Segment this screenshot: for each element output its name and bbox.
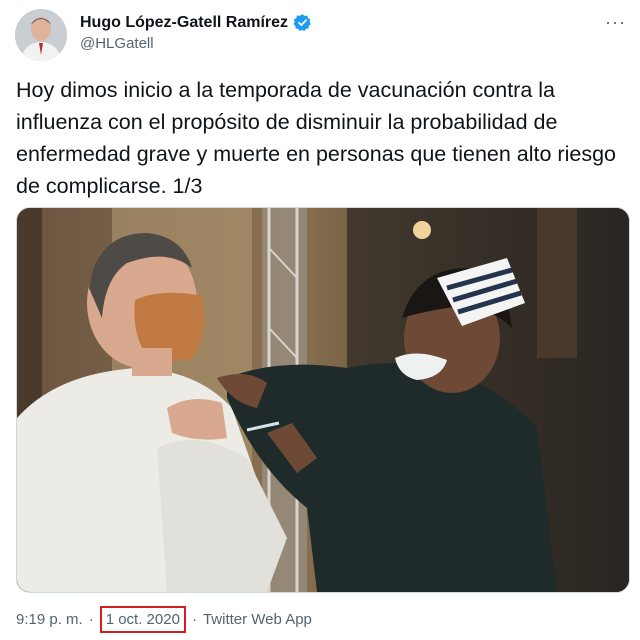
tweet-photo[interactable] — [16, 207, 630, 593]
tweet-source[interactable]: Twitter Web App — [203, 611, 312, 628]
meta-separator-2: · — [191, 611, 197, 628]
meta-separator: · — [88, 611, 94, 628]
tweet-meta: 9:19 p. m. · 1 oct. 2020 · Twitter Web A… — [16, 606, 312, 633]
tweet-date[interactable]: 1 oct. 2020 — [99, 606, 186, 633]
verified-badge-icon — [293, 13, 312, 32]
author-name-row: Hugo López-Gatell Ramírez — [80, 13, 312, 32]
tweet-time[interactable]: 9:19 p. m. — [16, 611, 83, 628]
avatar-image — [15, 9, 67, 61]
vaccination-photo — [17, 208, 629, 592]
author-name[interactable]: Hugo López-Gatell Ramírez — [80, 14, 288, 32]
author-avatar[interactable] — [15, 9, 67, 61]
author-handle[interactable]: @HLGatell — [80, 35, 154, 52]
tweet-text: Hoy dimos inicio a la temporada de vacun… — [16, 78, 616, 198]
more-options-icon[interactable]: ··· — [605, 12, 626, 33]
